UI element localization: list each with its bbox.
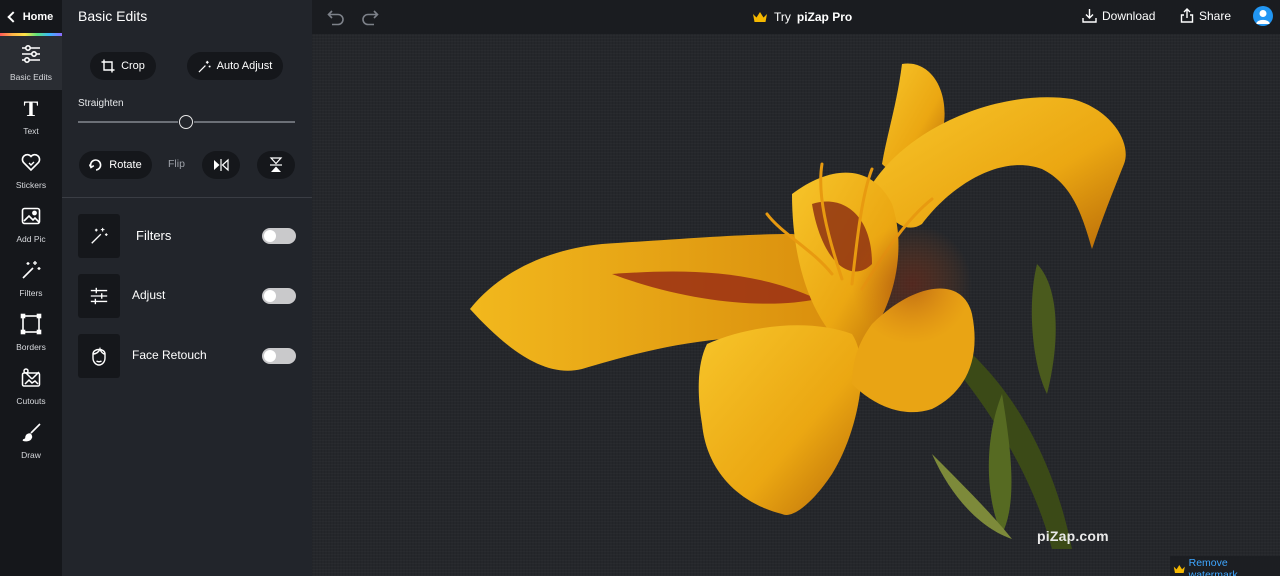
flip-label: Flip [168, 158, 185, 170]
tool-add-pic[interactable]: Add Pic [0, 198, 62, 252]
tool-label: Basic Edits [9, 72, 53, 82]
cutout-icon [19, 366, 43, 390]
lily-photo [470, 63, 1126, 549]
magic-wand-icon [19, 258, 43, 282]
panel-divider [62, 197, 312, 198]
tool-borders[interactable]: Borders [0, 306, 62, 360]
chevron-left-icon [7, 11, 19, 23]
undo-icon[interactable] [326, 7, 346, 27]
adjust-toggle[interactable] [262, 288, 296, 304]
user-icon [1256, 10, 1270, 24]
flip-vertical-button[interactable] [257, 151, 295, 179]
flip-horizontal-icon [214, 158, 229, 172]
tool-label: Cutouts [16, 396, 46, 406]
tool-rail: Home Basic Edits T Text Stickers Add Pic… [0, 0, 62, 576]
tool-filters[interactable]: Filters [0, 252, 62, 306]
add-picture-icon [19, 204, 43, 228]
tool-label: Filters [19, 288, 43, 298]
panel-title: Basic Edits [78, 8, 148, 24]
rotate-icon [89, 159, 102, 171]
app-root: Home Basic Edits T Text Stickers Add Pic… [0, 0, 1280, 576]
tool-text[interactable]: T Text [0, 90, 62, 144]
redo-icon[interactable] [360, 7, 380, 27]
adjust-sliders-icon [78, 274, 120, 318]
face-retouch-toggle[interactable] [262, 348, 296, 364]
magic-wand-icon [78, 214, 120, 258]
tool-label: Stickers [15, 180, 47, 190]
tool-label: Add Pic [16, 234, 46, 244]
user-avatar[interactable] [1253, 6, 1273, 26]
filters-feature-row[interactable]: Filters [78, 214, 296, 258]
tool-cutouts[interactable]: Cutouts [0, 360, 62, 414]
toggle-knob [264, 290, 276, 302]
top-bar: Try piZap Pro Download Share [312, 0, 1280, 34]
remove-watermark-label: Remove watermark [1188, 557, 1238, 576]
flip-vertical-icon [269, 157, 283, 172]
adjust-label: Adjust [132, 288, 166, 302]
crop-icon [101, 59, 115, 73]
brand-pro: piZap Pro [796, 10, 853, 24]
straighten-slider-thumb[interactable] [179, 115, 193, 129]
tool-draw[interactable]: Draw [0, 414, 62, 468]
remove-watermark-link[interactable]: Remove watermark [1170, 556, 1280, 576]
tool-label: Text [23, 126, 39, 136]
tool-stickers[interactable]: Stickers [0, 144, 62, 198]
tool-label: Borders [16, 342, 46, 352]
sliders-icon [19, 42, 43, 66]
brush-icon [19, 420, 43, 444]
flip-horizontal-button[interactable] [202, 151, 240, 179]
crown-icon [1173, 565, 1185, 573]
basic-edits-panel: Basic Edits Crop Auto Adjust Straighten … [62, 0, 312, 576]
home-button[interactable]: Home [0, 0, 62, 34]
editor-canvas[interactable]: piZap.com Remove watermark [312, 34, 1280, 576]
svg-text:T: T [24, 97, 39, 119]
sticker-heart-icon [19, 150, 43, 174]
try-prefix: Try [774, 10, 791, 24]
toggle-knob [264, 350, 276, 362]
rotate-label: Rotate [109, 159, 142, 171]
border-frame-icon [19, 312, 43, 336]
download-button[interactable]: Download [1082, 8, 1155, 23]
share-icon [1180, 8, 1194, 23]
adjust-feature-row[interactable]: Adjust [78, 274, 296, 318]
share-button[interactable]: Share [1180, 8, 1231, 23]
toggle-knob [264, 230, 276, 242]
home-label: Home [22, 11, 54, 23]
crop-button[interactable]: Crop [90, 52, 156, 80]
filters-toggle[interactable] [262, 228, 296, 244]
download-icon [1082, 9, 1097, 23]
face-icon [78, 334, 120, 378]
rotate-button[interactable]: Rotate [79, 151, 152, 179]
auto-adjust-label: Auto Adjust [216, 60, 273, 72]
tool-label: Draw [21, 450, 41, 460]
text-icon: T [19, 96, 43, 120]
straighten-label: Straighten [78, 98, 124, 109]
share-label: Share [1199, 8, 1232, 23]
crown-icon [753, 12, 767, 22]
download-label: Download [1102, 8, 1156, 23]
tool-basic-edits[interactable]: Basic Edits [0, 36, 62, 90]
face-retouch-feature-row[interactable]: Face Retouch [78, 334, 296, 378]
magic-wand-icon [198, 60, 211, 72]
auto-adjust-button[interactable]: Auto Adjust [187, 52, 283, 80]
face-retouch-label: Face Retouch [132, 348, 207, 362]
crop-label: Crop [121, 60, 145, 72]
watermark: piZap.com [1037, 528, 1109, 544]
filters-label: Filters [136, 228, 172, 243]
try-pro-link[interactable]: Try piZap Pro [752, 10, 852, 24]
